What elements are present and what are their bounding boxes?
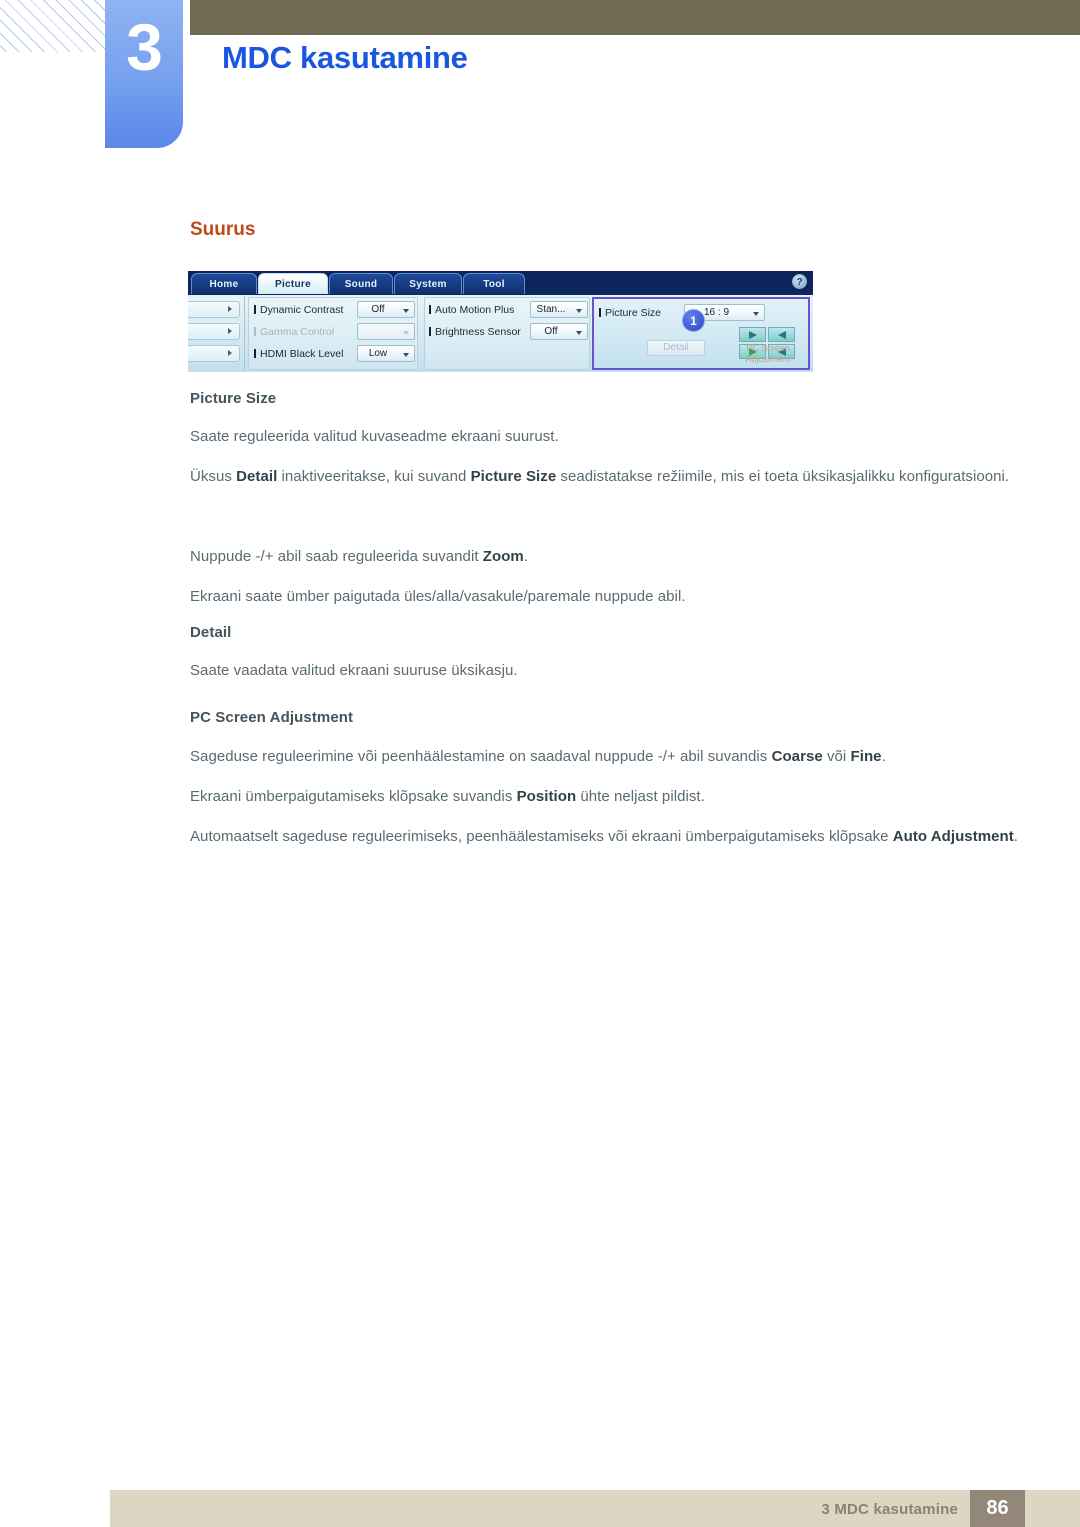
chapter-number: 3 bbox=[126, 10, 163, 84]
row-dynamic-contrast: Dynamic Contrast Off bbox=[254, 301, 415, 319]
combo-auto-motion-plus[interactable]: Stan... bbox=[530, 301, 588, 318]
chevron-down-icon bbox=[576, 309, 582, 313]
paragraph-detail-1: Saate vaadata valitud ekraani suuruse ük… bbox=[190, 662, 518, 679]
chevron-down-icon bbox=[753, 312, 759, 316]
combo-hdmi-black-level[interactable]: Low bbox=[357, 345, 415, 362]
heading-picture-size: Picture Size bbox=[190, 390, 277, 407]
section-heading: Suurus bbox=[190, 219, 256, 240]
header-olive-bar bbox=[190, 0, 1080, 35]
paragraph-picture-size-2: Üksus Detail inaktiveeritakse, kui suvan… bbox=[190, 457, 1020, 497]
combo-dynamic-contrast[interactable]: Off bbox=[357, 301, 415, 318]
combo-value-dynamic-contrast: Off bbox=[371, 304, 385, 315]
paragraph-pcsa-3: Automaatselt sageduse reguleerimiseks, p… bbox=[190, 817, 1025, 857]
label-brightness-sensor: Brightness Sensor bbox=[429, 323, 521, 341]
row-hdmi-black-level: HDMI Black Level Low bbox=[254, 345, 415, 363]
paragraph-pcsa-2: Ekraani ümberpaigutamiseks klõpsake suva… bbox=[190, 777, 1040, 817]
detail-button: Detail bbox=[647, 340, 705, 356]
chapter-title: MDC kasutamine bbox=[222, 40, 468, 75]
position-arrow-top-right-icon[interactable] bbox=[768, 327, 795, 342]
chevron-down-icon bbox=[403, 331, 409, 335]
heading-pc-screen-adjustment: PC Screen Adjustment bbox=[190, 709, 354, 726]
label-hdmi-black-level: HDMI Black Level bbox=[254, 345, 343, 363]
pcsa3-bold-auto-adjustment: Auto Adjustment bbox=[892, 828, 1014, 845]
pcsa-label-line2: Adjustment bbox=[745, 354, 791, 364]
pcsa-label-line1: PC Screen bbox=[746, 343, 790, 353]
footer-label: 3 MDC kasutamine bbox=[821, 1501, 958, 1518]
mdc-dialog-body: Dynamic Contrast Off Gamma Control HDMI … bbox=[188, 295, 813, 372]
expand-arrow-button-2[interactable] bbox=[188, 323, 240, 340]
label-auto-motion-plus: Auto Motion Plus bbox=[429, 301, 514, 319]
paragraph-picture-size-4: Ekraani saate ümber paigutada üles/alla/… bbox=[190, 588, 686, 605]
row-brightness-sensor: Brightness Sensor Off bbox=[429, 323, 588, 341]
chapter-number-tab: 3 bbox=[105, 0, 183, 148]
combo-value-hdmi-black-level: Low bbox=[368, 348, 388, 359]
pcsa2-text-a: Ekraani ümberpaigutamiseks klõpsake suva… bbox=[190, 788, 517, 805]
mdc-tab-tool[interactable]: Tool bbox=[463, 273, 525, 294]
mdc-left-stub-column bbox=[188, 297, 241, 371]
row-gamma-control: Gamma Control bbox=[254, 323, 415, 341]
panel-divider-1 bbox=[244, 296, 245, 371]
callout-badge-1: 1 bbox=[682, 309, 705, 332]
mdc-dialog-screenshot: Home Picture Sound System Tool ? Dynamic… bbox=[188, 271, 813, 372]
mdc-tab-picture[interactable]: Picture bbox=[258, 273, 328, 294]
combo-value-auto-motion-plus: Stan... bbox=[536, 304, 566, 315]
pcsa2-bold-position: Position bbox=[516, 788, 577, 805]
label-picture-size: Picture Size bbox=[599, 304, 661, 322]
mdc-tab-system[interactable]: System bbox=[394, 273, 462, 294]
p3-text-a: Nuppude -/+ abil saab reguleerida suvand… bbox=[190, 548, 483, 565]
combo-gamma-control bbox=[357, 323, 415, 340]
pcsa1-text-d: . bbox=[881, 748, 886, 765]
pcsa1-text-a: Sageduse reguleerimine või peenhäälestam… bbox=[190, 748, 772, 765]
expand-arrow-button-1[interactable] bbox=[188, 301, 240, 318]
pcsa1-bold-coarse: Coarse bbox=[771, 748, 823, 765]
chevron-down-icon bbox=[403, 309, 409, 313]
mdc-tab-bar: Home Picture Sound System Tool ? bbox=[188, 271, 813, 295]
chevron-down-icon bbox=[403, 353, 409, 357]
paragraph-picture-size-1: Saate reguleerida valitud kuvaseadme ekr… bbox=[190, 428, 559, 445]
p2-bold-picture-size: Picture Size bbox=[470, 468, 557, 485]
p2-text-c: inaktiveeritakse, kui suvand bbox=[277, 468, 471, 485]
position-arrow-top-left-icon[interactable] bbox=[739, 327, 766, 342]
label-dynamic-contrast: Dynamic Contrast bbox=[254, 301, 343, 319]
pcsa1-text-c: või bbox=[822, 748, 851, 765]
chevron-right-icon bbox=[228, 328, 232, 334]
footer-page-number: 86 bbox=[986, 1497, 1009, 1519]
expand-arrow-button-3[interactable] bbox=[188, 345, 240, 362]
chevron-right-icon bbox=[228, 306, 232, 312]
combo-brightness-sensor[interactable]: Off bbox=[530, 323, 588, 340]
heading-detail: Detail bbox=[190, 624, 232, 641]
row-auto-motion-plus: Auto Motion Plus Stan... bbox=[429, 301, 588, 319]
p2-bold-detail: Detail bbox=[236, 468, 278, 485]
label-gamma-control: Gamma Control bbox=[254, 323, 334, 341]
mdc-tab-home[interactable]: Home bbox=[191, 273, 257, 294]
pcsa3-text-c: . bbox=[1013, 828, 1018, 845]
mdc-tab-sound[interactable]: Sound bbox=[329, 273, 393, 294]
p2-text-a: Üksus bbox=[190, 468, 237, 485]
p3-text-c: . bbox=[523, 548, 529, 565]
pcsa3-text-a: Automaatselt sageduse reguleerimiseks, p… bbox=[190, 828, 893, 845]
pcsa2-text-c: ühte neljast pildist. bbox=[576, 788, 705, 805]
p3-bold-zoom: Zoom bbox=[482, 548, 524, 565]
pc-screen-adjustment-label: PC Screen Adjustment bbox=[728, 343, 808, 365]
decorative-hatch-pattern bbox=[0, 0, 106, 52]
p2-text-d: seadistatakse režiimile, mis ei toeta ük… bbox=[556, 468, 1010, 485]
paragraph-pcsa-1: Sageduse reguleerimine või peenhäälestam… bbox=[190, 737, 1040, 777]
chevron-right-icon bbox=[228, 350, 232, 356]
chevron-down-icon bbox=[576, 331, 582, 335]
combo-value-brightness-sensor: Off bbox=[544, 326, 558, 337]
paragraph-picture-size-3: Nuppude -/+ abil saab reguleerida suvand… bbox=[190, 537, 1010, 577]
help-icon[interactable]: ? bbox=[792, 274, 807, 289]
pcsa1-bold-fine: Fine bbox=[850, 748, 882, 765]
